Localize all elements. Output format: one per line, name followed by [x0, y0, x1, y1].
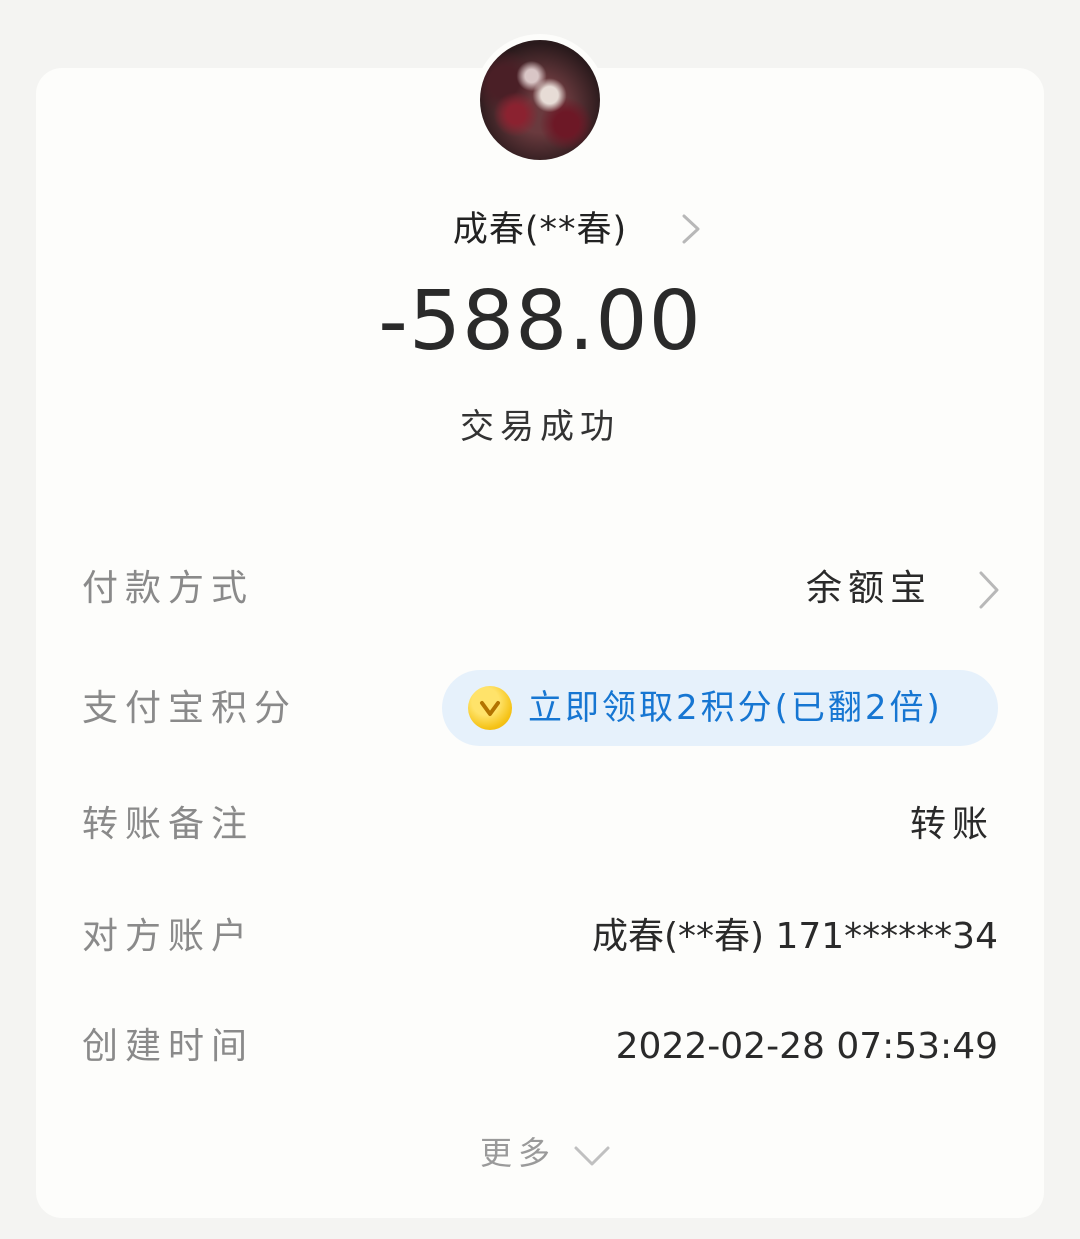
account-label: 对方账户	[82, 916, 255, 957]
chevron-right-icon[interactable]	[972, 570, 1004, 610]
account-value: 成春(**春) 171******34	[591, 916, 998, 957]
coin-icon	[468, 686, 512, 730]
avatar[interactable]	[474, 34, 606, 166]
remark-value: 转账	[909, 804, 994, 845]
chevron-down-icon[interactable]	[572, 1140, 612, 1170]
points-label: 支付宝积分	[82, 688, 298, 729]
created-time-value: 2022-02-28 07:53:49	[615, 1026, 998, 1067]
remark-label: 转账备注	[82, 804, 255, 845]
payee-name: 成春(**春)	[452, 210, 628, 250]
payee-name-row[interactable]: 成春(**春)	[0, 206, 1080, 254]
chevron-right-icon[interactable]	[676, 214, 706, 244]
created-time-label: 创建时间	[82, 1026, 255, 1067]
transaction-status: 交易成功	[460, 407, 620, 447]
payment-method-label: 付款方式	[82, 568, 255, 609]
claim-points-button[interactable]: 立即领取2积分(已翻2倍)	[442, 670, 998, 746]
payment-method-value[interactable]: 余额宝	[806, 564, 932, 614]
more-button[interactable]: 更多	[480, 1130, 556, 1176]
avatar-image	[480, 40, 600, 160]
claim-points-text: 立即领取2积分(已翻2倍)	[528, 688, 943, 728]
transaction-amount: -588.00	[378, 274, 702, 369]
